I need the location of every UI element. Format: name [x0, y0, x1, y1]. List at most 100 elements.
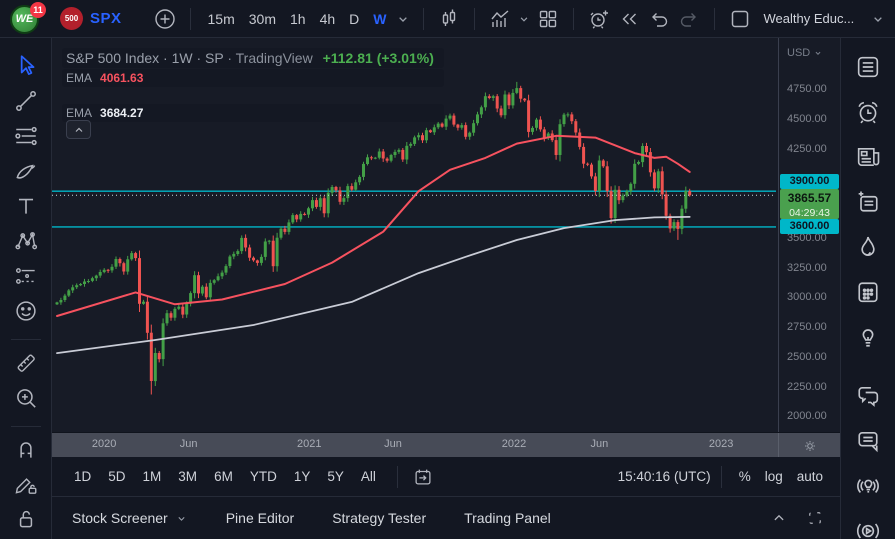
- alarm-clock-icon: [854, 98, 882, 126]
- ema-slow-legend-row[interactable]: EMA3684.27: [62, 104, 444, 122]
- range-ytd[interactable]: YTD: [244, 464, 283, 490]
- fib-retracement-tool-button[interactable]: [11, 121, 41, 151]
- timeframe-1w-active[interactable]: W: [366, 6, 393, 32]
- drawing-toolbar: [0, 38, 52, 539]
- divider: [190, 8, 191, 30]
- timeframe-30m[interactable]: 30m: [242, 6, 283, 32]
- ema-label: EMA: [66, 106, 92, 120]
- auto-scale-button[interactable]: auto: [790, 464, 830, 490]
- cursor-tool-button[interactable]: [11, 51, 41, 81]
- price-tick: 4750.00: [787, 83, 827, 95]
- compare-add-symbol-button[interactable]: [150, 4, 180, 34]
- indicators-menu-button[interactable]: [515, 4, 533, 34]
- news-button[interactable]: [851, 140, 885, 174]
- lightbulb-waves-icon: [854, 472, 882, 500]
- text-notes-button[interactable]: [851, 185, 885, 219]
- tab-label: Trading Panel: [464, 510, 551, 526]
- layout-name-label[interactable]: Wealthy Educ...: [763, 11, 854, 26]
- chevron-down-icon: [175, 512, 188, 525]
- layout-grid-button[interactable]: [533, 4, 563, 34]
- time-tick: Jun: [590, 438, 608, 450]
- public-chats-button[interactable]: [851, 379, 885, 413]
- symbol-legend-row[interactable]: S&P 500 Index · 1W · SP · TradingView +1…: [62, 48, 444, 68]
- tab-stock-screener[interactable]: Stock Screener: [72, 510, 188, 526]
- ruler-icon: [13, 350, 39, 376]
- forecast-tool-button[interactable]: [11, 261, 41, 291]
- divider: [721, 466, 722, 488]
- redo-button[interactable]: [674, 4, 704, 34]
- news-icon: [854, 143, 882, 171]
- broadcast-button[interactable]: [851, 514, 885, 539]
- timeframe-1h[interactable]: 1h: [283, 6, 313, 32]
- magnet-mode-button[interactable]: [11, 434, 41, 464]
- brush-icon: [13, 158, 39, 184]
- lock-open-icon: [13, 506, 39, 532]
- range-5y[interactable]: 5Y: [321, 464, 350, 490]
- bar-replay-button[interactable]: [614, 4, 644, 34]
- chart-column: S&P 500 Index · 1W · SP · TradingView +1…: [52, 38, 840, 539]
- text-tool-button[interactable]: [11, 191, 41, 221]
- emoji-tool-button[interactable]: [11, 296, 41, 326]
- watchlist-button[interactable]: [851, 50, 885, 84]
- maximize-panel-button[interactable]: [800, 503, 830, 533]
- tab-label: Strategy Tester: [332, 510, 426, 526]
- drawing-lock-button[interactable]: [11, 469, 41, 499]
- hotlists-button[interactable]: [851, 230, 885, 264]
- expand-panel-button[interactable]: [764, 503, 794, 533]
- private-chat-button[interactable]: [851, 424, 885, 458]
- bar-countdown: 04:29:43: [789, 207, 830, 219]
- alerts-button[interactable]: [851, 95, 885, 129]
- zoom-in-tool-button[interactable]: [11, 383, 41, 413]
- symbol-search-button[interactable]: SPX: [90, 10, 122, 27]
- ema-fast-legend-row[interactable]: EMA4061.63: [62, 69, 444, 87]
- rewind-icon: [617, 7, 641, 31]
- divider: [573, 8, 574, 30]
- lock-all-drawings-button[interactable]: [11, 504, 41, 534]
- save-layout-button[interactable]: [725, 4, 755, 34]
- currency-selector[interactable]: USD: [787, 47, 823, 59]
- range-1d[interactable]: 1D: [68, 464, 97, 490]
- timeframe-menu-button[interactable]: [393, 4, 413, 34]
- level-price-label-3600: 3600.00: [780, 219, 839, 234]
- timeframe-1d[interactable]: D: [342, 6, 366, 32]
- tab-strategy-tester[interactable]: Strategy Tester: [332, 510, 426, 526]
- price-tick: 2500.00: [787, 351, 827, 363]
- go-to-date-button[interactable]: [408, 462, 438, 492]
- range-5d[interactable]: 5D: [102, 464, 131, 490]
- divider: [11, 426, 41, 427]
- range-all[interactable]: All: [355, 464, 382, 490]
- range-1m[interactable]: 1M: [137, 464, 168, 490]
- chart-area[interactable]: S&P 500 Index · 1W · SP · TradingView +1…: [52, 38, 840, 457]
- chevron-down-icon: [870, 11, 886, 27]
- time-axis[interactable]: 2020Jun2021Jun2022Jun2023: [52, 432, 840, 457]
- my-ideas-button[interactable]: [851, 320, 885, 354]
- tab-pine-editor[interactable]: Pine Editor: [226, 510, 294, 526]
- log-scale-button[interactable]: log: [758, 464, 790, 490]
- chart-settings-button[interactable]: [778, 433, 840, 457]
- range-1y[interactable]: 1Y: [288, 464, 317, 490]
- range-6m[interactable]: 6M: [208, 464, 239, 490]
- brush-tool-button[interactable]: [11, 156, 41, 186]
- clock-utc[interactable]: 15:40:16 (UTC): [618, 469, 711, 484]
- layout-menu-button[interactable]: [868, 4, 888, 34]
- collapse-legend-button[interactable]: [66, 120, 91, 139]
- ideas-stream-button[interactable]: [851, 469, 885, 503]
- chart-style-button[interactable]: [434, 4, 464, 34]
- create-alert-button[interactable]: [584, 4, 614, 34]
- measure-tool-button[interactable]: [11, 348, 41, 378]
- timeframe-4h[interactable]: 4h: [313, 6, 343, 32]
- percent-scale-button[interactable]: %: [732, 464, 758, 490]
- timeframe-15m[interactable]: 15m: [201, 6, 242, 32]
- bottom-toolbar: 1D 5D 1M 3M 6M YTD 1Y 5Y All 15:40:16 (U…: [52, 457, 840, 497]
- trend-line-tool-button[interactable]: [11, 86, 41, 116]
- indicators-button[interactable]: [485, 4, 515, 34]
- xabcd-pattern-tool-button[interactable]: [11, 226, 41, 256]
- ema-fast-value: 4061.63: [100, 71, 143, 85]
- undo-button[interactable]: [644, 4, 674, 34]
- account-menu-button[interactable]: WE 11: [10, 2, 44, 36]
- calendar-button[interactable]: [851, 275, 885, 309]
- indicators-icon: [488, 7, 512, 31]
- price-axis[interactable]: USD 4750.004500.004250.003500.003250.003…: [778, 38, 840, 432]
- tab-trading-panel[interactable]: Trading Panel: [464, 510, 551, 526]
- range-3m[interactable]: 3M: [172, 464, 203, 490]
